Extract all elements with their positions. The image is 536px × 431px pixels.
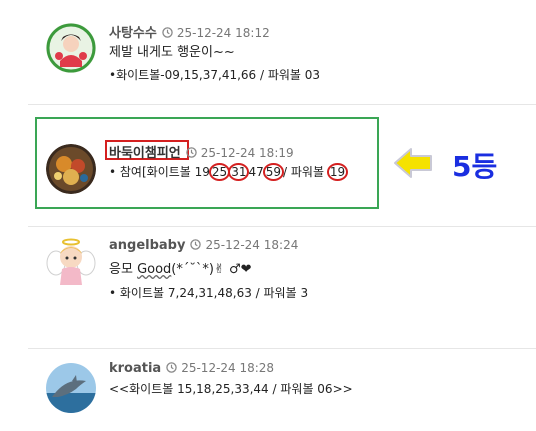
clock-icon	[162, 27, 173, 38]
comment-meta: 바둑이챔피언 25-12-24 18:19	[109, 142, 294, 161]
emoticon-text: (*´˘`*)✌ ♂❤	[171, 262, 252, 277]
clock-icon	[166, 362, 177, 373]
author-name[interactable]: kroatia	[109, 361, 161, 376]
angel-avatar-icon	[46, 238, 96, 285]
comment-text: 응모 Good(*´˘`*)✌ ♂❤	[109, 258, 252, 277]
clock-icon	[190, 239, 202, 250]
author-name[interactable]: 바둑이챔피언	[109, 146, 181, 161]
emphasis-text: Good	[137, 262, 172, 277]
comment-meta: kroatia 25-12-24 18:28	[109, 361, 274, 376]
rank-label: 5등	[452, 150, 498, 183]
circled-number: 19	[326, 163, 349, 181]
comment-time: 25-12-24 18:19	[200, 146, 294, 160]
divider	[28, 104, 536, 105]
comment-time: 25-12-24 18:12	[176, 26, 270, 40]
circled-number: 59	[262, 163, 285, 181]
comment-time: 25-12-24 18:28	[181, 361, 275, 375]
avatar[interactable]	[46, 237, 96, 287]
arrow-left-icon	[394, 148, 432, 178]
divider	[28, 348, 536, 349]
plain-number: 47	[248, 165, 264, 179]
avatar-image-icon	[46, 144, 96, 194]
avatar[interactable]	[46, 363, 96, 413]
comment-text: • 참여[화이트볼 19 25 31 47 59/ 파워볼 19	[109, 163, 349, 181]
comment-meta: 사탕수수 25-12-24 18:12	[109, 22, 270, 41]
comment-text: •화이트볼-09,15,37,41,66 / 파워볼 03	[109, 68, 321, 82]
comment-text: <<화이트볼 15,18,25,33,44 / 파워볼 06>>	[109, 382, 353, 396]
text-prefix: • 참여[화이트볼 19	[109, 165, 210, 179]
comment-meta: angelbaby 25-12-24 18:24	[109, 238, 298, 253]
author-name[interactable]: 사탕수수	[109, 26, 157, 41]
avatar[interactable]	[46, 23, 96, 73]
comment-text: • 화이트볼 7,24,31,48,63 / 파워볼 3	[109, 286, 309, 300]
dolphin-avatar-icon	[46, 363, 96, 413]
circled-number: 25	[208, 163, 231, 181]
clock-icon	[186, 147, 197, 158]
text-prefix: 응모	[109, 262, 138, 277]
comment-time: 25-12-24 18:24	[205, 238, 299, 252]
divider	[28, 226, 536, 227]
comment-text: 제발 내게도 행운이~~	[109, 45, 235, 60]
text-separator: / 파워볼	[283, 165, 328, 179]
avatar-image-icon	[46, 23, 96, 73]
avatar[interactable]	[46, 144, 96, 194]
author-name[interactable]: angelbaby	[109, 238, 185, 253]
circled-number: 31	[228, 163, 250, 181]
